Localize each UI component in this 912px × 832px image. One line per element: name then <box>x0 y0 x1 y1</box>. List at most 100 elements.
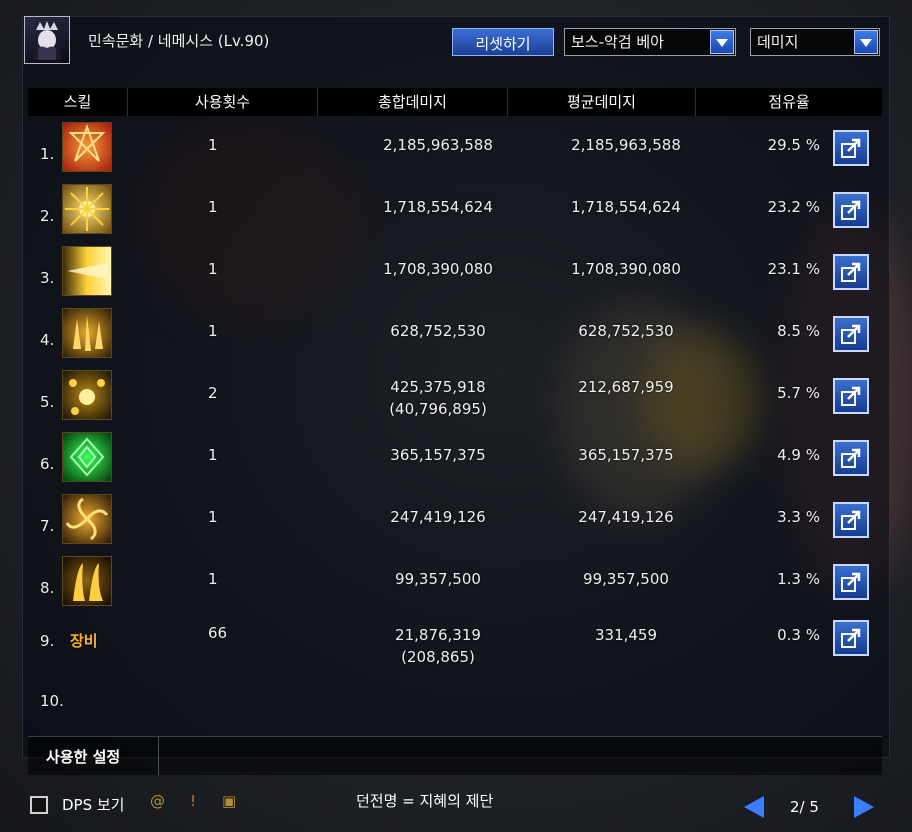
flame-crystals-icon <box>62 308 112 358</box>
character-avatar <box>24 16 70 64</box>
row-total-damage-sub: (40,796,895) <box>389 400 487 418</box>
row-total-damage: 628,752,530 <box>390 322 486 340</box>
row-total-damage: 99,357,500 <box>395 570 481 588</box>
column-header-share: 점유율 <box>768 93 810 111</box>
next-page-icon[interactable] <box>854 796 874 818</box>
avatar-portrait-icon <box>32 21 62 60</box>
mail-icon: @ <box>150 792 165 810</box>
dps-toggle-label[interactable]: DPS 보기 <box>62 794 125 815</box>
row-total-damage: 2,185,963,588 <box>383 136 493 154</box>
chevron-down-icon[interactable] <box>854 30 878 54</box>
row-total-damage: 365,157,375 <box>390 446 486 464</box>
share-export-icon <box>841 324 861 344</box>
dps-checkbox[interactable] <box>30 796 48 814</box>
table-row: 3. 1 1,708,390,080 1,708,390,080 23.1 % <box>28 242 882 302</box>
row-average-damage: 99,357,500 <box>583 570 669 588</box>
table-row: 6. 1 365,157,375 365,157,375 4.9 % <box>28 428 882 488</box>
alert-icon: ! <box>190 792 197 810</box>
share-export-icon <box>841 510 861 530</box>
row-total-damage: 21,876,319 (208,865) <box>348 624 528 668</box>
row-share: 3.3 % <box>777 508 820 526</box>
row-share: 1.3 % <box>777 570 820 588</box>
share-export-icon <box>841 448 861 468</box>
table-row: 5. 2 425,375,918 (40,796,895) 212,687,95… <box>28 366 882 426</box>
column-header-average-damage: 평균데미지 <box>508 88 696 116</box>
header: 민속문화 / 네메시스 (Lv.90) 리셋하기 보스-악검 베아 데미지 <box>22 16 888 74</box>
row-index: 5. <box>40 393 55 411</box>
row-share: 8.5 % <box>777 322 820 340</box>
row-average-damage: 1,708,390,080 <box>571 260 681 278</box>
export-button[interactable] <box>833 378 869 414</box>
row-share: 29.5 % <box>767 136 820 154</box>
row-total-damage: 1,718,554,624 <box>383 198 493 216</box>
row-index: 3. <box>40 269 55 287</box>
export-button[interactable] <box>833 502 869 538</box>
metric-dropdown-value: 데미지 <box>757 33 799 51</box>
red-star-sigil-icon <box>62 122 112 172</box>
row-average-damage: 247,419,126 <box>578 508 674 526</box>
golden-sunburst-icon <box>62 184 112 234</box>
column-header-total-damage: 총합데미지 <box>318 88 508 116</box>
page-indicator: 2/ 5 <box>790 798 819 816</box>
export-button[interactable] <box>833 130 869 166</box>
share-export-icon <box>841 628 861 648</box>
orbs-burst-icon <box>62 370 112 420</box>
column-header-uses: 사용횟수 <box>128 88 318 116</box>
row-average-damage: 212,687,959 <box>578 378 674 396</box>
settings-bar: 사용한 설정 <box>28 736 882 775</box>
quest-icon: ▣ <box>222 792 237 810</box>
export-button[interactable] <box>833 316 869 352</box>
table-header: 스킬 사용횟수 총합데미지 평균데미지 점유율 <box>28 88 882 116</box>
reset-button[interactable]: 리셋하기 <box>452 28 554 56</box>
row-index: 10. <box>40 692 64 710</box>
metric-dropdown[interactable]: 데미지 <box>750 28 880 56</box>
export-button[interactable] <box>833 440 869 476</box>
share-export-icon <box>841 262 861 282</box>
export-button[interactable] <box>833 564 869 600</box>
row-index: 6. <box>40 455 55 473</box>
equipment-label: 장비 <box>70 632 98 650</box>
row-index: 7. <box>40 517 55 535</box>
row-total-damage-value: 21,876,319 <box>395 626 481 644</box>
row-total-damage: 1,708,390,080 <box>383 260 493 278</box>
table-row: 2. 1 1,718,554,624 1,718,554,624 23.2 % <box>28 180 882 240</box>
share-export-icon <box>841 138 861 158</box>
table-row: 8. 1 99,357,500 99,357,500 1.3 % <box>28 552 882 612</box>
column-header-skill: 스킬 <box>28 88 128 116</box>
table-row: 7. 1 247,419,126 247,419,126 3.3 % <box>28 490 882 550</box>
row-average-damage: 365,157,375 <box>578 446 674 464</box>
row-index: 2. <box>40 207 55 225</box>
share-export-icon <box>841 572 861 592</box>
table-row: 9. 장비 66 21,876,319 (208,865) 331,459 0.… <box>28 614 882 674</box>
target-dropdown[interactable]: 보스-악검 베아 <box>564 28 736 56</box>
row-average-damage: 628,752,530 <box>578 322 674 340</box>
character-name: 민속문화 / 네메시스 (Lv.90) <box>88 32 270 50</box>
row-index: 8. <box>40 579 55 597</box>
bottom-bar: DPS 보기 @ ! ▣ 던전명 = 지혜의 제단 2/ 5 <box>0 786 912 832</box>
row-index: 9. <box>40 632 55 650</box>
export-button[interactable] <box>833 620 869 656</box>
dungeon-name: 던전명 = 지혜의 제단 <box>356 792 494 810</box>
table-row: 10. <box>28 676 882 736</box>
divider <box>158 737 159 775</box>
row-total-damage-sub: (208,865) <box>401 648 475 666</box>
golden-vortex-icon <box>62 494 112 544</box>
row-average-damage: 331,459 <box>594 626 658 644</box>
row-index: 4. <box>40 331 55 349</box>
target-dropdown-value: 보스-악검 베아 <box>571 33 664 51</box>
export-button[interactable] <box>833 192 869 228</box>
row-share: 23.2 % <box>767 198 820 216</box>
row-total-damage: 247,419,126 <box>390 508 486 526</box>
share-export-icon <box>841 386 861 406</box>
row-share: 0.3 % <box>777 626 820 644</box>
share-export-icon <box>841 200 861 220</box>
row-total-damage: 425,375,918 (40,796,895) <box>348 376 528 420</box>
chevron-down-icon[interactable] <box>710 30 734 54</box>
export-button[interactable] <box>833 254 869 290</box>
previous-page-icon[interactable] <box>744 796 764 818</box>
table-row: 1. 1 2,185,963,588 2,185,963,588 29.5 % <box>28 118 882 178</box>
table-row: 4. 1 628,752,530 628,752,530 8.5 % <box>28 304 882 364</box>
row-share: 4.9 % <box>777 446 820 464</box>
row-share: 5.7 % <box>777 384 820 402</box>
used-settings-label[interactable]: 사용한 설정 <box>46 746 120 767</box>
